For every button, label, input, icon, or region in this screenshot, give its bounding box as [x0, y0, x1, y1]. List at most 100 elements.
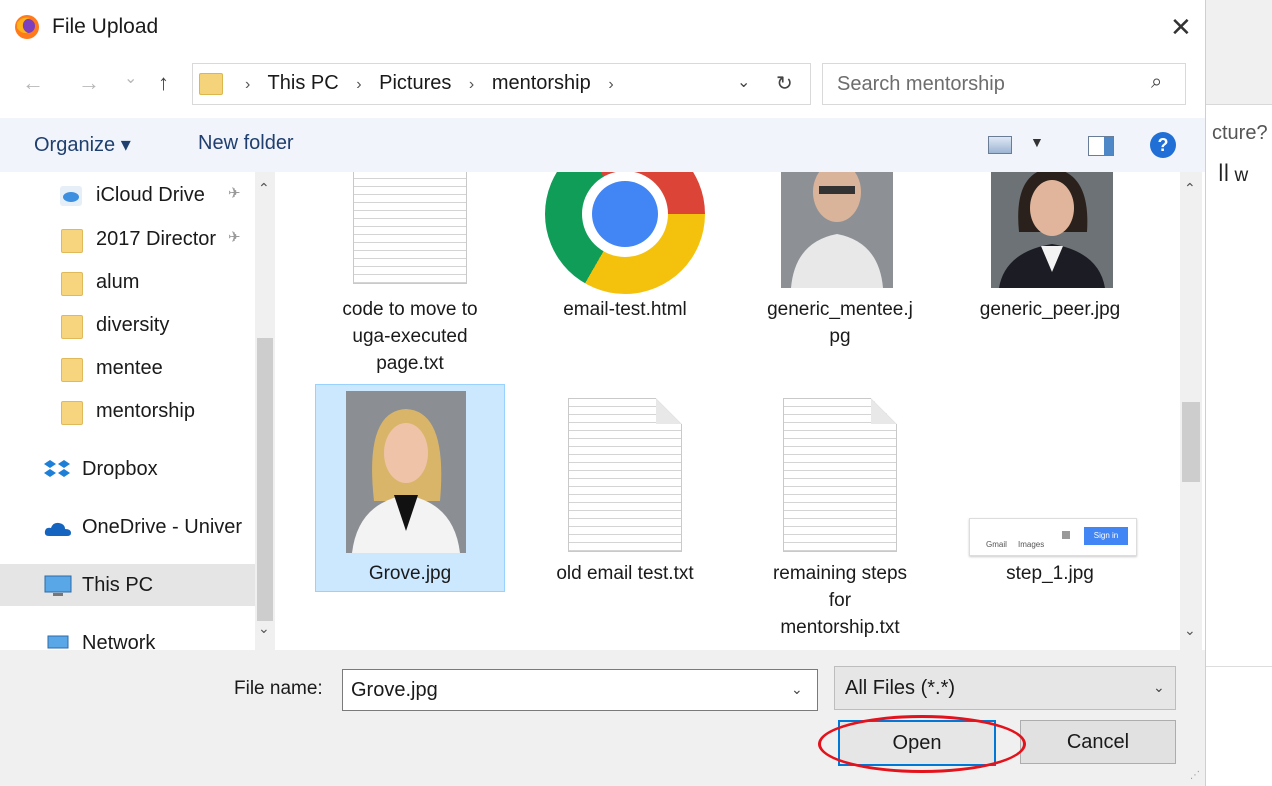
- new-folder-button[interactable]: New folder: [198, 132, 294, 155]
- photo-thumbnail: [781, 172, 893, 288]
- sidebar-item-icloud-drive[interactable]: iCloud Drive ✈: [0, 174, 255, 216]
- screenshot-thumbnail: Gmail Images Sign in: [969, 518, 1137, 556]
- chevron-down-icon[interactable]: ⌄: [791, 681, 803, 698]
- sidebar-item-onedrive[interactable]: OneDrive - Univer: [0, 506, 255, 548]
- cloud-icon: [60, 186, 82, 206]
- file-item-email-test[interactable]: email-test.html: [530, 172, 720, 378]
- scroll-down-icon[interactable]: ⌄: [1184, 622, 1196, 639]
- back-button[interactable]: ←: [22, 70, 44, 96]
- computer-icon: [44, 575, 72, 596]
- file-item-generic-mentee[interactable]: generic_mentee.j pg: [745, 172, 935, 378]
- breadcrumb-separator: ›: [356, 76, 362, 93]
- file-name: generic_mentee.j pg: [767, 299, 913, 347]
- resize-grip-icon[interactable]: ⋰: [1190, 770, 1200, 781]
- file-type-select[interactable]: All Files (*.*) ⌄: [834, 666, 1176, 710]
- up-button[interactable]: ↑: [158, 70, 169, 96]
- sidebar-item-this-pc[interactable]: This PC: [0, 564, 255, 606]
- folder-icon: [61, 401, 83, 425]
- sidebar-scrollbar-thumb[interactable]: [257, 338, 273, 621]
- sidebar-item-label: Dropbox: [82, 458, 158, 480]
- folder-icon: [199, 73, 223, 95]
- onedrive-icon: [44, 522, 71, 536]
- file-item-grove[interactable]: Grove.jpg: [315, 384, 505, 590]
- help-icon[interactable]: ?: [1150, 132, 1176, 158]
- file-name: code to move to uga-executed page.txt: [342, 299, 478, 374]
- dropbox-icon: [44, 460, 70, 477]
- file-upload-dialog: File Upload ✕ ← → ⌄ ↑ › This PC › Pictur…: [0, 0, 1206, 786]
- close-button[interactable]: ✕: [1170, 12, 1192, 43]
- sidebar-item-label: diversity: [96, 314, 170, 336]
- file-name: step_1.jpg: [1006, 563, 1094, 584]
- background-text: cture?: [1212, 122, 1268, 144]
- sidebar-item-diversity[interactable]: diversity: [0, 304, 255, 346]
- sidebar-item-label: mentorship: [96, 400, 195, 422]
- dialog-footer: File name: Grove.jpg ⌄ All Files (*.*) ⌄…: [0, 650, 1205, 786]
- background-toolbar: [1205, 0, 1272, 104]
- breadcrumb-separator: ›: [245, 76, 251, 93]
- pin-icon: ✈: [228, 229, 241, 246]
- network-icon: [47, 635, 69, 649]
- file-item-step-1[interactable]: Gmail Images Sign in step_1.jpg: [955, 384, 1145, 590]
- file-item-remaining-steps[interactable]: remaining steps for mentorship.txt: [745, 384, 935, 644]
- navigation-pane: iCloud Drive ✈ 2017 Director ✈ alum dive…: [0, 172, 275, 650]
- scroll-up-icon[interactable]: ⌃: [258, 180, 270, 197]
- chevron-down-icon[interactable]: ▼: [1030, 134, 1044, 150]
- sidebar-item-mentee[interactable]: mentee: [0, 347, 255, 389]
- search-placeholder: Search mentorship: [837, 73, 1005, 95]
- background-divider-2: [1205, 666, 1272, 667]
- folder-icon: [61, 315, 83, 339]
- scroll-down-icon[interactable]: ⌄: [258, 620, 270, 637]
- file-name: Grove.jpg: [368, 563, 452, 584]
- breadcrumb-this-pc[interactable]: This PC: [268, 72, 339, 94]
- background-text-2: ꟾꟾ w: [1218, 165, 1249, 186]
- preview-pane-icon[interactable]: [1088, 136, 1114, 156]
- sidebar-item-label: Network: [82, 632, 156, 650]
- file-name-input[interactable]: Grove.jpg ⌄: [342, 669, 818, 711]
- chevron-down-icon: ⌄: [1153, 679, 1165, 695]
- title-bar: File Upload ✕: [0, 0, 1205, 56]
- sidebar-item-dropbox[interactable]: Dropbox: [0, 448, 255, 490]
- cancel-button[interactable]: Cancel: [1020, 720, 1176, 764]
- address-bar[interactable]: › This PC › Pictures › mentorship › ⌄: [192, 63, 764, 105]
- folder-icon: [61, 358, 83, 382]
- file-item-generic-peer[interactable]: generic_peer.jpg: [955, 172, 1145, 378]
- organize-button[interactable]: Organize ▾: [34, 132, 131, 157]
- window-title: File Upload: [52, 15, 159, 38]
- sidebar-item-label: OneDrive - Univer: [82, 516, 243, 538]
- search-input[interactable]: Search mentorship ⌕: [822, 63, 1186, 105]
- file-name: remaining steps for mentorship.txt: [772, 563, 908, 638]
- sidebar-item-2017-director[interactable]: 2017 Director ✈: [0, 218, 255, 260]
- scroll-up-icon[interactable]: ⌃: [1184, 180, 1196, 197]
- file-name: old email test.txt: [556, 563, 694, 584]
- text-file-icon: [568, 398, 682, 552]
- recent-locations-button[interactable]: ⌄: [124, 68, 137, 88]
- photo-thumbnail: [991, 172, 1113, 288]
- view-options-icon[interactable]: [988, 136, 1012, 154]
- pin-icon: ✈: [228, 185, 241, 202]
- file-type-value: All Files (*.*): [845, 677, 956, 699]
- file-name: generic_peer.jpg: [979, 299, 1121, 320]
- file-item-old-email-test[interactable]: old email test.txt: [530, 384, 720, 590]
- sidebar-item-label: 2017 Director: [96, 228, 217, 250]
- chevron-down-icon[interactable]: ⌄: [737, 72, 750, 92]
- sidebar-item-label: This PC: [82, 574, 154, 596]
- sidebar-item-mentorship[interactable]: mentorship: [0, 390, 255, 432]
- refresh-icon: ↻: [776, 73, 793, 95]
- forward-button[interactable]: →: [78, 70, 100, 96]
- file-name-label: File name:: [234, 678, 323, 699]
- background-page: [1205, 0, 1272, 786]
- breadcrumb-pictures[interactable]: Pictures: [379, 72, 451, 94]
- sidebar-item-network[interactable]: Network: [0, 622, 255, 650]
- sidebar-item-alum[interactable]: alum: [0, 261, 255, 303]
- annotation-highlight-ring: [818, 715, 1026, 773]
- folder-icon: [61, 272, 83, 296]
- sidebar-item-label: alum: [96, 271, 140, 293]
- file-item-code-to-move[interactable]: code to move to uga-executed page.txt: [315, 172, 505, 378]
- breadcrumb-mentorship[interactable]: mentorship: [492, 72, 591, 94]
- background-divider: [1205, 104, 1272, 105]
- text-file-icon: [353, 172, 467, 284]
- refresh-button[interactable]: ↻: [762, 63, 811, 105]
- apps-icon: [1062, 531, 1070, 539]
- folder-icon: [61, 229, 83, 253]
- file-list-scrollbar-thumb[interactable]: [1182, 402, 1200, 482]
